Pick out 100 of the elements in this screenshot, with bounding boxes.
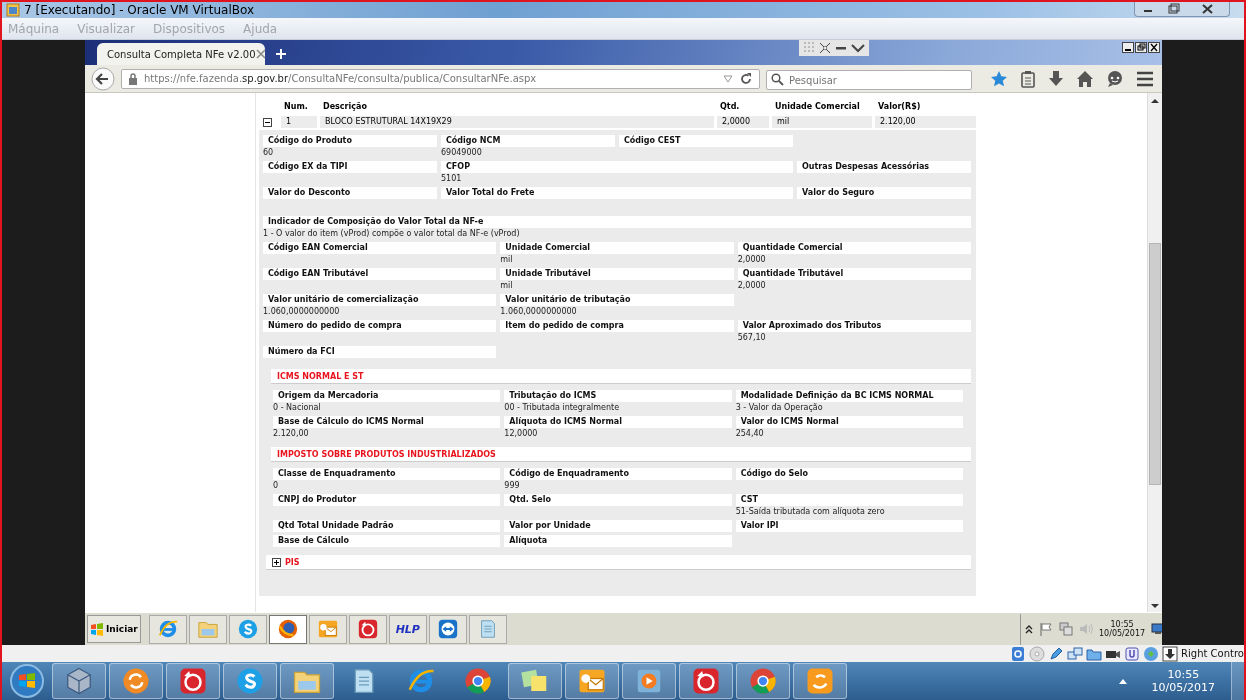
chevron-down-icon[interactable] [851, 42, 865, 54]
column-header: Num. [283, 101, 309, 111]
section-header[interactable]: IMPOSTO SOBRE PRODUTOS INDUSTRIALIZADOS [271, 447, 971, 462]
taskbar-button[interactable] [268, 614, 307, 644]
address-bar[interactable]: https://nfe.fazenda.sp.gov.br/ConsultaNFe/consulta/publica/ConsultarNFe.aspx [121, 68, 760, 89]
column-header: Qtd. [719, 101, 741, 111]
field-value: 2,0000 [737, 254, 767, 265]
clock[interactable]: 10:55 10/05/2017 [1099, 620, 1146, 638]
taskbar-button[interactable] [228, 614, 267, 644]
field-value: 60 [263, 147, 275, 158]
table-cell: 2.120,00 [875, 116, 976, 128]
field-value: 0 [273, 480, 280, 491]
reload-icon[interactable] [739, 71, 753, 86]
field-value: 69049000 [441, 147, 483, 158]
field-label: Valor unitário de tributação [500, 294, 734, 306]
field-label: Unidade Comercial [500, 242, 734, 254]
field-label: Valor unitário de comercialização [263, 294, 497, 306]
field-label: Item do pedido de compra [500, 320, 734, 332]
sync-icon [121, 666, 151, 696]
search-field[interactable]: Pesquisar [766, 70, 972, 90]
field-value: 3 - Valor da Operação [735, 402, 824, 413]
collapse-icon[interactable] [262, 117, 272, 127]
field-label: Valor por Unidade [504, 520, 732, 532]
field-value: 1 - O valor do item (vProd) compõe o valor total da NF-e (vProd) [263, 228, 521, 239]
start-button[interactable]: Iniciar [87, 615, 141, 643]
field-label: Valor Aproximado dos Tributos [737, 320, 971, 332]
table-cell: 2,0000 [717, 116, 769, 128]
field-value: 254,40 [735, 428, 765, 439]
field-value: 1.060,0000000000 [263, 306, 341, 317]
mail-icon [316, 618, 339, 640]
taskbar-button[interactable] [348, 614, 387, 644]
chevron-up-icon[interactable] [1117, 677, 1128, 685]
cube-icon [64, 666, 94, 696]
table-cell: 1 [281, 116, 317, 128]
field-label: CFOP [441, 161, 793, 173]
field-value: 51-Saída tributada com alíquota zero [735, 506, 886, 517]
show-desktop-button[interactable] [1231, 662, 1244, 700]
field-label: Código do Produto [263, 135, 437, 147]
arrows-icon [436, 618, 459, 640]
field-label: Código do Selo [735, 468, 963, 480]
taskbar-button[interactable] [148, 614, 187, 644]
clock-time: 10:55 [1167, 668, 1200, 681]
field-label: Valor Total do Frete [441, 187, 793, 199]
minimize-icon[interactable] [1122, 42, 1134, 53]
section-header[interactable]: ICMS NORMAL E ST [271, 369, 971, 384]
clipboard-icon[interactable] [1020, 69, 1036, 88]
clock[interactable]: 10:55 10/05/2017 [1151, 668, 1215, 694]
flag-icon[interactable] [1039, 622, 1053, 636]
usb-icon[interactable] [1124, 645, 1141, 662]
grip-icon[interactable] [803, 41, 815, 55]
field-label: Qtd. Selo [504, 494, 732, 506]
field-label: Número do pedido de compra [263, 320, 497, 332]
close-icon[interactable] [255, 49, 266, 59]
down-arrow-icon[interactable] [1162, 645, 1179, 662]
browser-tab[interactable]: Consulta Completa NFe v2.00 [97, 43, 265, 65]
expand-icon[interactable] [272, 557, 281, 567]
lock-icon [128, 72, 138, 85]
clock-date: 10/05/2017 [1151, 681, 1215, 694]
network-icon[interactable] [1059, 622, 1073, 636]
new-tab-icon[interactable] [275, 48, 287, 60]
ring-logo-icon [748, 666, 778, 696]
download-icon[interactable] [1048, 69, 1064, 88]
restore-icon[interactable] [1135, 42, 1147, 53]
field-label: Valor do Seguro [797, 187, 971, 199]
menu-icon[interactable] [1136, 69, 1154, 88]
field-label: Base de Cálculo do ICMS Normal [273, 416, 501, 428]
globe-icon [276, 618, 299, 640]
back-icon[interactable] [91, 66, 115, 91]
collapse-icon[interactable] [819, 42, 831, 54]
table-cell: BLOCO ESTRUTURAL 14X19X29 [320, 116, 714, 128]
tab-title: Consulta Completa NFe v2.00 [107, 48, 256, 60]
home-icon[interactable] [1076, 69, 1094, 88]
close-icon[interactable] [1148, 42, 1160, 53]
scrollbar-thumb[interactable] [1149, 243, 1161, 485]
chevron-up-icon[interactable] [1025, 624, 1033, 634]
field-value: 12,0000 [504, 428, 539, 439]
section-title: ICMS NORMAL E ST [277, 371, 364, 381]
field-label: Código CEST [619, 135, 793, 147]
chat-icon[interactable] [1106, 69, 1124, 88]
field-value: mil [500, 254, 514, 265]
field-value: mil [500, 280, 514, 291]
scrollbar[interactable] [1147, 93, 1162, 612]
section-header[interactable]: PIS [266, 555, 971, 570]
section-title: IMPOSTO SOBRE PRODUTOS INDUSTRIALIZADOS [277, 449, 496, 459]
field-label: Base de Cálculo [273, 535, 501, 547]
field-value: 1.060,0000000000 [500, 306, 578, 317]
network-icon[interactable] [1067, 645, 1084, 662]
field-label: Valor do ICMS Normal [735, 416, 963, 428]
start-button[interactable] [8, 663, 46, 699]
taskbar-button[interactable] [428, 614, 467, 644]
star-icon[interactable] [990, 69, 1008, 88]
field-label: Classe de Enquadramento [273, 468, 501, 480]
field-label: Código EAN Tributável [263, 268, 497, 280]
field-label: Indicador de Composição do Valor Total da NF-e [263, 216, 971, 228]
field-value: 5101 [441, 173, 463, 184]
field-value: 2.120,00 [273, 428, 310, 439]
field-value: 999 [504, 480, 521, 491]
taskbar-button[interactable]: HLP [388, 614, 427, 644]
column-header: Valor(R$) [877, 101, 922, 111]
windows-flag-icon [90, 622, 104, 636]
